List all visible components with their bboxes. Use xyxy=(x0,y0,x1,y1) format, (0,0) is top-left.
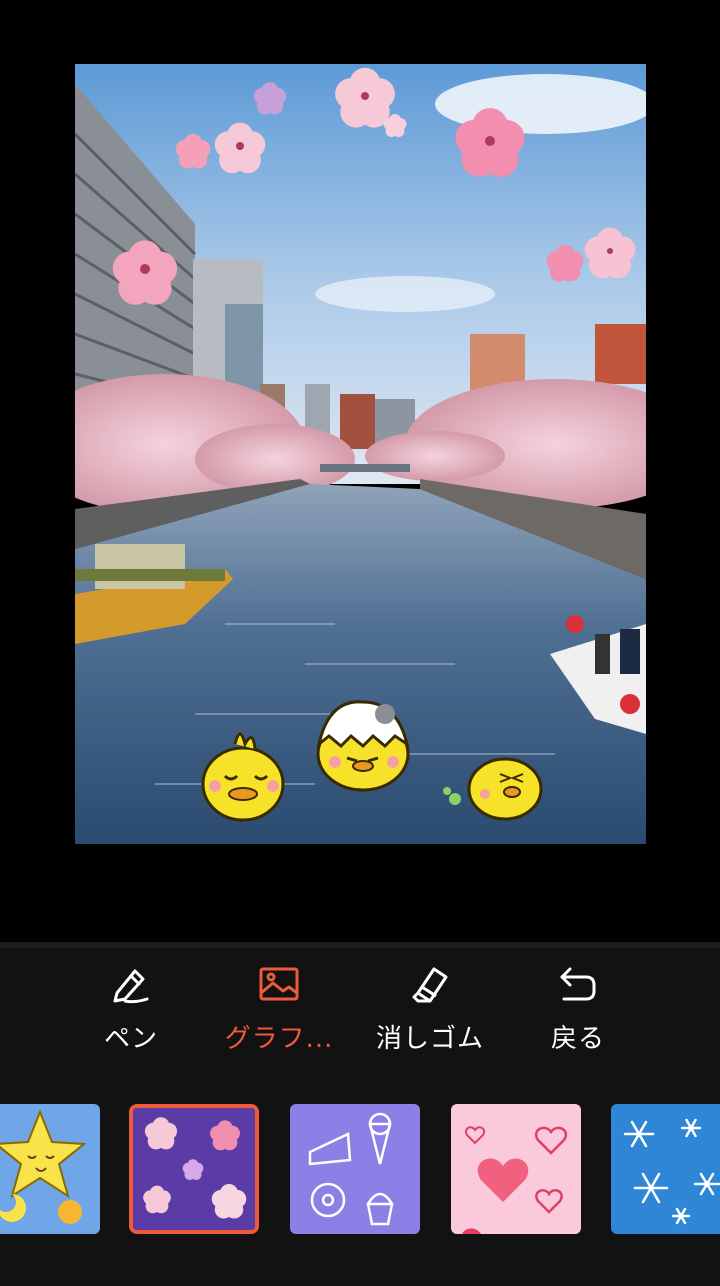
undo-icon xyxy=(513,960,643,1010)
photo-canvas[interactable] xyxy=(75,64,646,844)
cake-icon xyxy=(290,1104,420,1234)
eraser-icon xyxy=(365,960,495,1010)
back-tool-label: 戻る xyxy=(550,1024,605,1054)
sakura-icon xyxy=(133,1108,255,1230)
pen-tool-label: ペン xyxy=(103,1024,158,1054)
eraser-tool-button[interactable]: 消しゴム xyxy=(365,960,495,1055)
pen-icon xyxy=(66,960,196,1010)
graphic-tool-button[interactable]: グラフ... xyxy=(214,960,344,1055)
pen-tool-button[interactable]: ペン xyxy=(66,960,196,1055)
snowflake-icon xyxy=(611,1104,720,1234)
star-moon-sticker-thumb[interactable] xyxy=(0,1104,100,1234)
sticker-strip[interactable] xyxy=(0,1104,720,1234)
graphic-tool-label: グラフ... xyxy=(224,1024,334,1054)
sakura-frame-sticker-thumb[interactable] xyxy=(129,1104,259,1234)
sweets-sticker-thumb[interactable] xyxy=(290,1104,420,1234)
star-icon xyxy=(0,1104,100,1234)
eraser-tool-label: 消しゴム xyxy=(375,1024,484,1054)
image-icon xyxy=(214,960,344,1010)
snowflake-sticker-thumb[interactable] xyxy=(611,1104,720,1234)
hearts-sticker-thumb[interactable] xyxy=(451,1104,581,1234)
heart-icon xyxy=(451,1104,581,1234)
back-tool-button[interactable]: 戻る xyxy=(513,960,643,1055)
